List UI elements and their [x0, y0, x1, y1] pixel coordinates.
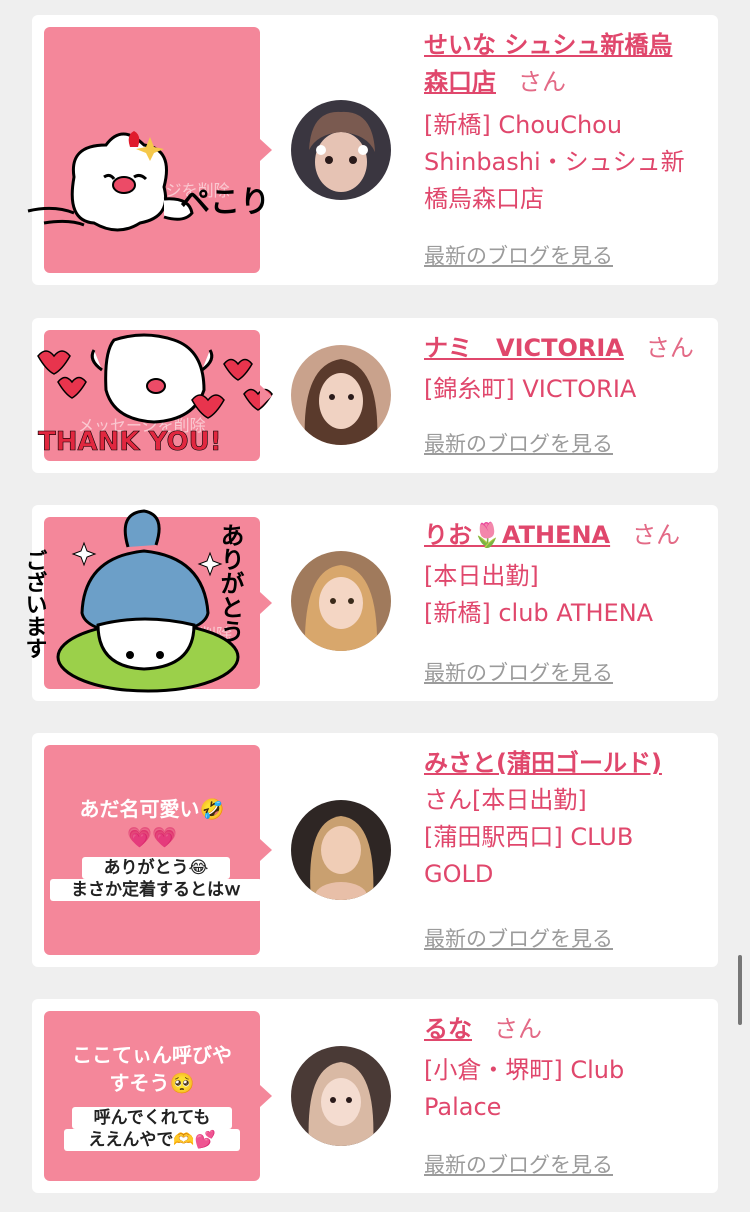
entry-info: ナミ VICTORIA さん [錦糸町] VICTORIA — [424, 330, 704, 408]
bowing-ghost-sticker: ペこり — [27, 131, 270, 232]
message-card: あだ名可愛い🤣 💗💗 ありがとう😂 まさか定着するとはｗ みさと(蒲田ゴールド)… — [32, 733, 718, 967]
area-line: [蒲田駅西口] CLUB — [424, 823, 634, 851]
avatar[interactable] — [291, 1046, 391, 1146]
message-bubble[interactable]: あだ名可愛い🤣 💗💗 ありがとう😂 まさか定着するとはｗ — [44, 745, 272, 955]
honorific: さん — [518, 68, 566, 96]
message-bubble[interactable]: 削除 ございます ありがとう — [22, 509, 272, 693]
latest-blog-link[interactable]: 最新のブログを見る — [424, 923, 613, 953]
area-line: [新橋] ChouChou — [424, 111, 623, 139]
message-bubble[interactable]: メッセージを削除 ペこり — [27, 27, 272, 273]
svg-text:THANK YOU!: THANK YOU! — [38, 427, 222, 457]
honorific: さん — [645, 334, 694, 362]
latest-blog-link[interactable]: 最新のブログを見る — [424, 428, 613, 458]
honorific: さん — [494, 1015, 542, 1043]
hearts-ghost-sticker: THANK YOU! — [37, 333, 273, 457]
scrollbar[interactable] — [738, 955, 742, 1025]
svg-text:ありがとう: ありがとう — [216, 523, 244, 643]
entry-info: せいな シュシュ新橋烏 森口店 さん [新橋] ChouChou Shinbash… — [424, 27, 704, 218]
message-card: 削除 ございます ありがとう りお🌷ATHENA さん [本日出勤] [新橋] c… — [22, 505, 718, 701]
quoted-message-box: ええんやで🫶💕 — [64, 1129, 240, 1151]
svg-text:ございます: ございます — [22, 549, 47, 659]
avatar[interactable] — [291, 345, 391, 445]
cast-name-link[interactable]: せいな シュシュ新橋烏 — [424, 31, 672, 59]
area-line: Shinbashi・シュシュ新 — [424, 148, 685, 176]
message-text: あだ名可愛い🤣 💗💗 — [79, 797, 225, 849]
latest-blog-link[interactable]: 最新のブログを見る — [424, 657, 613, 687]
entry-info: りお🌷ATHENA さん [本日出勤] [新橋] club ATHENA — [424, 517, 704, 632]
area-line: [新橋] club ATHENA — [424, 599, 654, 627]
cast-name-link[interactable]: 森口店 — [424, 68, 496, 96]
message-card: メッセージを削除 THANK YOU! ナミ VICTORIA さん [錦糸町] … — [32, 318, 718, 473]
avatar[interactable] — [291, 551, 391, 651]
quoted-message-box: ありがとう😂 — [82, 857, 230, 879]
cast-name-link[interactable]: ナミ VICTORIA — [424, 334, 624, 362]
entry-info: みさと(蒲田ゴールド) さん[本日出勤] [蒲田駅西口] CLUB GOLD — [424, 745, 704, 893]
latest-blog-link[interactable]: 最新のブログを見る — [424, 1149, 613, 1179]
quoted-message-box: まさか定着するとはｗ — [50, 879, 262, 901]
honorific: さん — [632, 521, 681, 549]
area-line: 橋烏森口店 — [424, 185, 544, 213]
message-card: メッセージを削除 ペこり せいな シュシュ新橋烏 — [27, 15, 718, 285]
area-line: [小倉・堺町] Club — [424, 1056, 625, 1084]
svg-text:ペこり: ペこり — [180, 185, 270, 220]
quoted-message-box: 呼んでくれても — [72, 1107, 232, 1129]
message-text: ここてぃん呼びや すそう🥺 — [72, 1043, 232, 1095]
avatar[interactable] — [291, 100, 391, 200]
avatar[interactable] — [291, 800, 391, 900]
latest-blog-link[interactable]: 最新のブログを見る — [424, 240, 613, 270]
entry-info: るな さん [小倉・堺町] Club Palace — [424, 1011, 704, 1126]
message-bubble[interactable]: ここてぃん呼びや すそう🥺 呼んでくれても ええんやで🫶💕 — [44, 1011, 272, 1181]
area-line: Palace — [424, 1093, 502, 1121]
cast-name-link[interactable]: るな — [424, 1015, 472, 1043]
message-bubble[interactable]: メッセージを削除 THANK YOU! — [37, 330, 273, 461]
cast-name-link[interactable]: りお🌷ATHENA — [424, 521, 610, 549]
area-line: GOLD — [424, 860, 494, 888]
area-line: [錦糸町] VICTORIA — [424, 375, 637, 403]
cast-name-link[interactable]: みさと(蒲田ゴールド) — [424, 749, 662, 777]
work-status: [本日出勤] — [424, 562, 539, 590]
work-status: [本日出勤] — [472, 786, 587, 814]
honorific: さん — [424, 786, 472, 814]
message-card: ここてぃん呼びや すそう🥺 呼んでくれても ええんやで🫶💕 るな さん [小倉・堺… — [32, 999, 718, 1193]
thankful-character-sticker: ございます ありがとう — [22, 509, 244, 693]
